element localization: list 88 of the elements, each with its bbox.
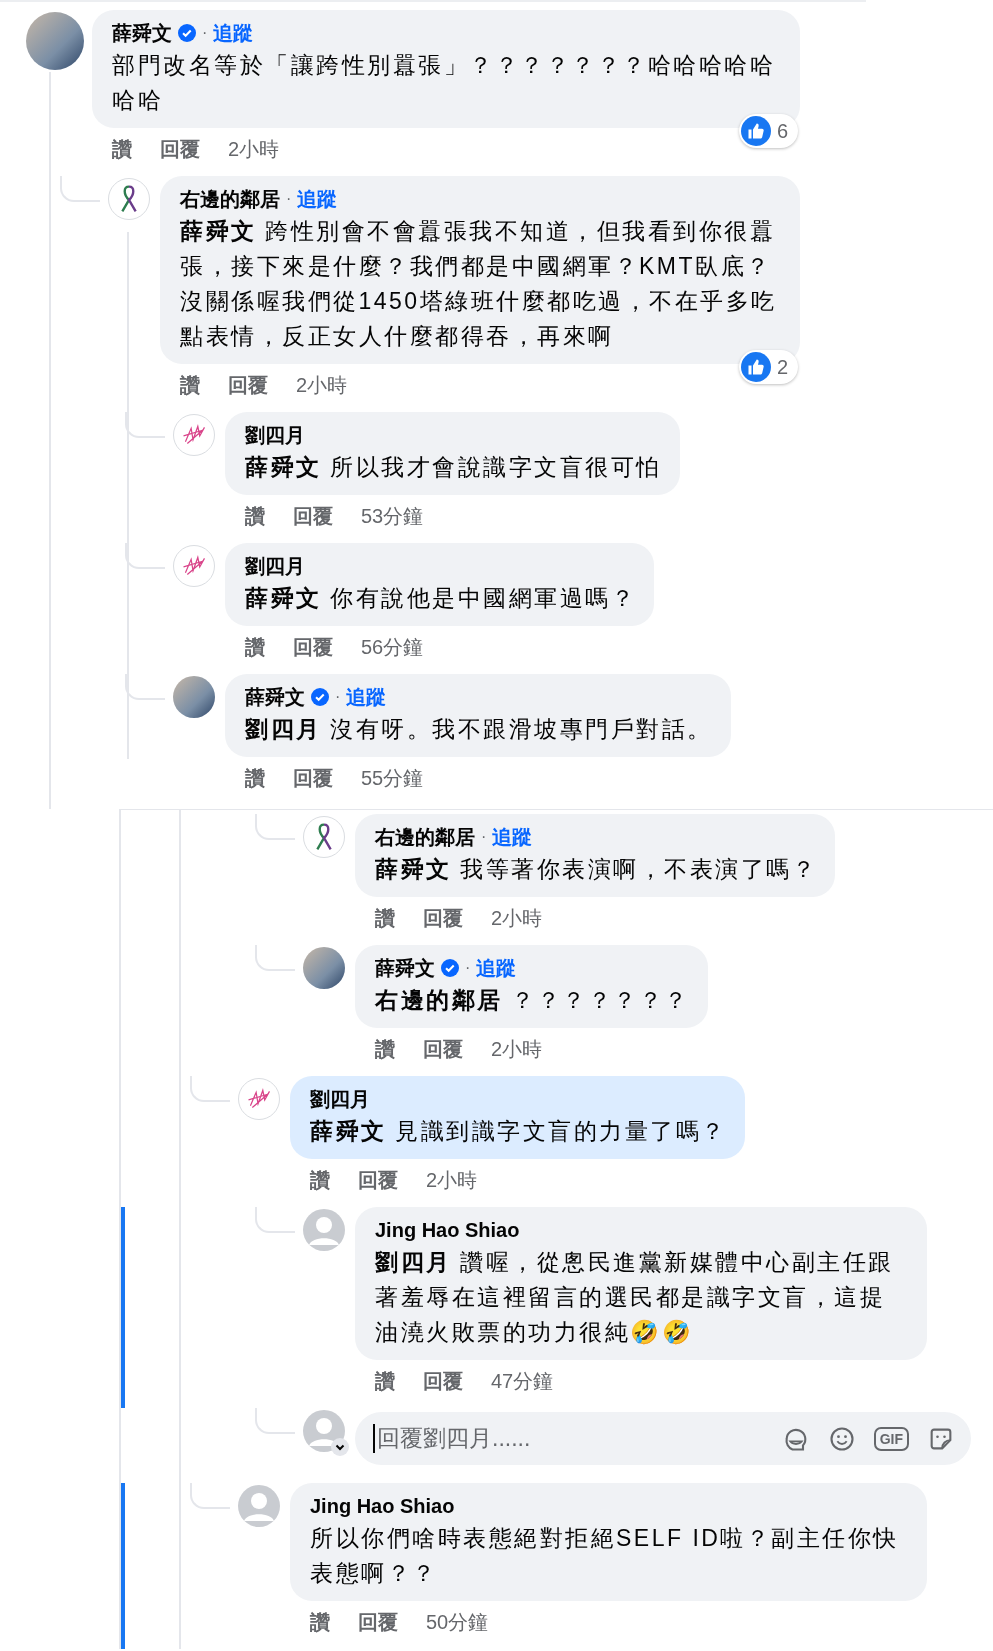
separator-dot: ·: [202, 23, 208, 43]
author-name[interactable]: 薛舜文: [112, 18, 172, 48]
ribbon-avatar-icon[interactable]: [108, 178, 150, 220]
thread-connector-line: [255, 1408, 295, 1434]
author-name[interactable]: 劉四月: [245, 420, 305, 450]
thread-connector-line: [60, 176, 100, 202]
author-name[interactable]: Jing Hao Shiao: [375, 1215, 520, 1245]
reply-link[interactable]: 回覆: [293, 501, 333, 531]
thread-connector-line: [125, 412, 165, 438]
follow-link[interactable]: 追蹤: [476, 953, 517, 983]
comment-text: 所以你們啥時表態絕對拒絕SELF ID啦？副主任你快表態啊？？: [310, 1524, 900, 1588]
follow-link[interactable]: 追蹤: [492, 822, 533, 852]
comment-time[interactable]: 2小時: [296, 370, 348, 400]
scribble-avatar-icon[interactable]: [173, 414, 215, 456]
comment-time[interactable]: 50分鐘: [426, 1607, 489, 1637]
follow-link[interactable]: 追蹤: [297, 184, 338, 214]
comment-time[interactable]: 2小時: [491, 903, 543, 933]
comment-text: 薛舜文 跨性別會不會囂張我不知道，但我看到你很囂張，接下來是什麼？我們都是中國網軍？KMT臥底？沒關係喔我們從1450塔綠班什麼都吃過，不在乎多吃點表情，反正女人什麼都得吞，再來啊: [180, 217, 778, 351]
photo-placeholder[interactable]: [26, 12, 84, 70]
author-name[interactable]: 右邊的鄰居: [180, 184, 280, 214]
reply-link[interactable]: 回覆: [160, 134, 200, 164]
like-link[interactable]: 讚: [112, 134, 132, 164]
like-link[interactable]: 讚: [245, 763, 265, 793]
thread-connector-line: [255, 1207, 295, 1233]
comment-time[interactable]: 55分鐘: [361, 763, 424, 793]
thread-connector-line: [190, 1076, 230, 1102]
thumbs-up-icon: [740, 352, 771, 382]
comment-time[interactable]: 2小時: [491, 1034, 543, 1064]
author-name[interactable]: 右邊的鄰居: [375, 822, 475, 852]
thread-connector-line: [255, 945, 295, 971]
comment-text: 右邊的鄰居 ？？？？？？？: [375, 986, 690, 1015]
ribbon-avatar-icon[interactable]: [303, 816, 345, 858]
author-name[interactable]: 劉四月: [245, 551, 305, 581]
reply-link[interactable]: 回覆: [423, 1034, 463, 1064]
follow-link[interactable]: 追蹤: [346, 682, 387, 712]
photo-placeholder[interactable]: [173, 676, 215, 718]
reply-input-field[interactable]: 回覆劉四月...... GIF: [355, 1412, 971, 1465]
comment-time[interactable]: 2小時: [426, 1165, 478, 1195]
like-link[interactable]: 讚: [310, 1165, 330, 1195]
comment-text: 劉四月 沒有呀。我不跟滑坡專門戶對話。: [245, 715, 713, 744]
reply-link[interactable]: 回覆: [423, 1366, 463, 1396]
photo-placeholder[interactable]: [303, 947, 345, 989]
author-name[interactable]: 薛舜文: [245, 682, 305, 712]
comment-time[interactable]: 2小時: [228, 134, 280, 164]
comment-text: 薛舜文 我等著你表演啊，不表演了嗎？: [375, 855, 818, 884]
author-name[interactable]: Jing Hao Shiao: [310, 1491, 455, 1521]
separator-dot: ·: [335, 687, 341, 707]
like-link[interactable]: 讚: [375, 903, 395, 933]
thread-connector-line: [125, 674, 165, 700]
like-count: 6: [776, 119, 788, 143]
scribble-avatar-icon[interactable]: [238, 1078, 280, 1120]
like-link[interactable]: 讚: [375, 1366, 395, 1396]
comment-text: 薛舜文 你有說他是中國網軍過嗎？: [245, 584, 637, 613]
thread-connector-line: [125, 543, 165, 569]
thumbs-up-icon: [740, 116, 771, 146]
comment-time[interactable]: 47分鐘: [491, 1366, 554, 1396]
like-link[interactable]: 讚: [310, 1607, 330, 1637]
like-count: 2: [776, 355, 788, 379]
gif-button[interactable]: GIF: [873, 1426, 909, 1451]
like-count-badge[interactable]: 6: [738, 114, 798, 148]
reply-link[interactable]: 回覆: [228, 370, 268, 400]
like-link[interactable]: 讚: [245, 632, 265, 662]
like-link[interactable]: 讚: [375, 1034, 395, 1064]
smiley-icon[interactable]: [827, 1424, 856, 1453]
thread-connector-line: [255, 814, 295, 840]
chevron-down-icon[interactable]: [331, 1438, 349, 1456]
reply-link[interactable]: 回覆: [423, 903, 463, 933]
comment-time[interactable]: 56分鐘: [361, 632, 424, 662]
reply-link[interactable]: 回覆: [293, 632, 333, 662]
author-name[interactable]: 劉四月: [310, 1084, 370, 1114]
separator-dot: ·: [481, 827, 487, 847]
author-name[interactable]: 薛舜文: [375, 953, 435, 983]
comment-text: 部門改名等於「讓跨性別囂張」？？？？？？？哈哈哈哈哈哈哈: [112, 51, 776, 115]
comment-text: 薛舜文 見識到識字文盲的力量了嗎？: [310, 1117, 727, 1146]
separator-dot: ·: [286, 189, 292, 209]
like-link[interactable]: 讚: [180, 370, 200, 400]
thread-connector-line: [190, 1483, 230, 1509]
comment-time[interactable]: 53分鐘: [361, 501, 424, 531]
reply-link[interactable]: 回覆: [293, 763, 333, 793]
like-count-badge[interactable]: 2: [738, 350, 798, 384]
comment-text: 劉四月 讚喔，從悤民進黨新媒體中心副主任跟著羞辱在這裡留言的選民都是識字文盲，這提油澆火敗票的功力很純🤣🤣: [375, 1248, 895, 1347]
scribble-avatar-icon[interactable]: [173, 545, 215, 587]
reply-link[interactable]: 回覆: [358, 1165, 398, 1195]
reply-link[interactable]: 回覆: [358, 1607, 398, 1637]
comment-text: 薛舜文 所以我才會說識字文盲很可怕: [245, 453, 662, 482]
like-link[interactable]: 讚: [245, 501, 265, 531]
separator-dot: ·: [465, 958, 471, 978]
follow-link[interactable]: 追蹤: [213, 18, 254, 48]
